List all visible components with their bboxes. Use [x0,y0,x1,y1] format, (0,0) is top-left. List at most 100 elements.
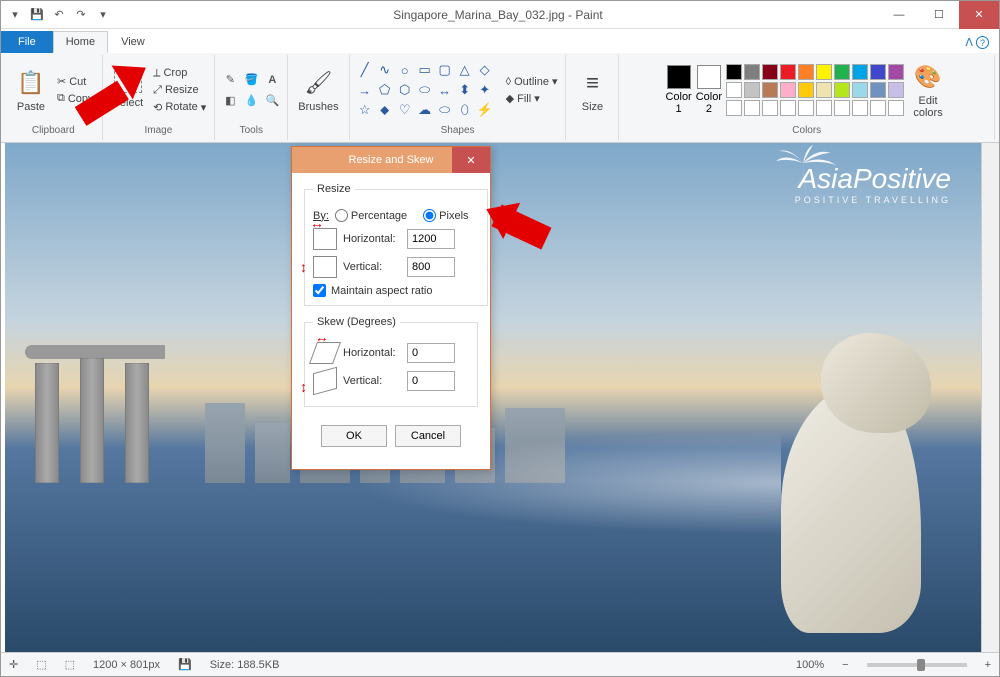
palette-swatch[interactable] [780,100,796,116]
palette-swatch[interactable] [762,64,778,80]
palette-swatch[interactable] [780,64,796,80]
palette-swatch[interactable] [888,82,904,98]
resize-button[interactable]: ⤢Resize [151,83,208,98]
resize-fieldset: Resize By: Percentage Pixels Horizontal:… [304,183,488,306]
palette-swatch[interactable] [744,100,760,116]
paste-button[interactable]: 📋 Paste [11,65,51,115]
color-palette[interactable] [726,64,904,116]
palette-swatch[interactable] [798,64,814,80]
text-tool[interactable]: A [263,71,281,89]
palette-swatch[interactable] [744,64,760,80]
size-icon: ≡ [576,67,608,99]
palette-swatch[interactable] [762,82,778,98]
horizontal-skew-icon [309,342,341,364]
palette-swatch[interactable] [816,82,832,98]
maximize-button[interactable]: ☐ [919,1,959,29]
ribbon-collapse-icon[interactable]: ᐱ ? [955,32,999,54]
palette-swatch[interactable] [744,82,760,98]
dialog-close-button[interactable]: ✕ [452,147,490,173]
ok-button[interactable]: OK [321,425,387,447]
palette-swatch[interactable] [798,82,814,98]
window-title: Singapore_Marina_Bay_032.jpg - Paint [117,8,879,22]
palette-swatch[interactable] [834,82,850,98]
color1-button[interactable]: Color 1 [665,65,691,115]
vertical-label: Vertical: [343,261,401,273]
watermark-logo: AsiaPositive POSITIVE TRAVELLING [795,163,951,205]
crop-button[interactable]: ⟂Crop [151,66,208,81]
zoom-slider[interactable] [867,663,967,667]
palette-swatch[interactable] [870,100,886,116]
zoom-tool[interactable]: 🔍 [263,92,281,110]
tab-home[interactable]: Home [53,31,108,53]
palette-swatch[interactable] [852,82,868,98]
close-button[interactable]: ✕ [959,1,999,29]
palette-swatch[interactable] [726,82,742,98]
save-icon[interactable]: 💾 [29,7,45,23]
skew-horizontal-input[interactable] [407,343,455,363]
skew-h-label: Horizontal: [343,347,401,359]
palette-swatch[interactable] [852,100,868,116]
pixels-radio[interactable]: Pixels [423,209,468,222]
outline-icon: ◊ [506,76,511,88]
palette-swatch[interactable] [834,100,850,116]
palette-swatch[interactable] [816,64,832,80]
redo-icon[interactable]: ↷ [73,7,89,23]
palette-swatch[interactable] [870,64,886,80]
skew-v-label: Vertical: [343,375,401,387]
zoom-in-button[interactable]: + [985,659,991,671]
cut-button[interactable]: ✂Cut [55,74,96,89]
colors-group-label: Colors [792,123,821,138]
picker-tool[interactable]: 💧 [242,92,260,110]
tab-view[interactable]: View [108,31,158,53]
cut-icon: ✂ [57,75,66,88]
fill-tool[interactable]: 🪣 [242,71,260,89]
palette-swatch[interactable] [798,100,814,116]
percentage-radio[interactable]: Percentage [335,209,407,222]
tools-group-label: Tools [240,123,263,138]
palette-swatch[interactable] [834,64,850,80]
palette-swatch[interactable] [888,100,904,116]
window-buttons: — ☐ ✕ [879,1,999,29]
marina-bay-sands [35,353,205,483]
minimize-button[interactable]: — [879,1,919,29]
qat-more-icon[interactable]: ▾ [95,7,111,23]
zoom-out-button[interactable]: − [842,659,848,671]
eraser-tool[interactable]: ◧ [221,92,239,110]
maintain-aspect-checkbox[interactable]: Maintain aspect ratio [313,284,479,297]
shapes-gallery[interactable]: ╱∿○▭▢△◇ →⬠⬡⬭↔⬍✦ ☆⬥♡☁⬭⬯⚡ [356,61,494,119]
color2-button[interactable]: Color 2 [696,65,722,115]
shape-outline-button[interactable]: ◊Outline ▾ [504,74,560,89]
paste-label: Paste [17,101,45,113]
resize-vertical-input[interactable] [407,257,455,277]
zoom-level: 100% [796,659,824,671]
edit-colors-button[interactable]: 🎨 Edit colors [908,59,948,121]
status-filesize: Size: 188.5KB [210,659,280,671]
merlion-statue [761,303,931,633]
undo-icon[interactable]: ↶ [51,7,67,23]
palette-swatch[interactable] [816,100,832,116]
palette-swatch[interactable] [852,64,868,80]
status-bar: ✛ ⬚ ⬚ 1200 × 801px 💾 Size: 188.5KB 100% … [1,652,999,676]
palette-swatch[interactable] [762,100,778,116]
tab-file[interactable]: File [1,31,53,53]
brushes-button[interactable]: 🖌 Brushes [294,65,342,115]
dialog-titlebar[interactable]: Resize and Skew ✕ [292,147,490,173]
vertical-scrollbar[interactable] [981,143,999,652]
palette-swatch[interactable] [780,82,796,98]
size-button[interactable]: ≡ Size [572,65,612,115]
skew-vertical-input[interactable] [407,371,455,391]
palette-swatch[interactable] [888,64,904,80]
palette-swatch[interactable] [726,100,742,116]
ribbon: 📋 Paste ✂Cut ⧉Copy Clipboard Select ⟂Cro… [1,53,999,143]
rotate-button[interactable]: ⟲Rotate ▾ [151,100,208,115]
brush-icon: 🖌 [302,67,334,99]
cancel-button[interactable]: Cancel [395,425,461,447]
filesize-icon: 💾 [178,658,192,671]
palette-swatch[interactable] [726,64,742,80]
shape-fill-button[interactable]: ◆Fill ▾ [504,91,560,106]
qat-dropdown-icon[interactable]: ▾ [7,7,23,23]
palette-swatch[interactable] [870,82,886,98]
resize-horizontal-input[interactable] [407,229,455,249]
palm-icon [771,143,841,203]
pencil-tool[interactable]: ✎ [221,71,239,89]
